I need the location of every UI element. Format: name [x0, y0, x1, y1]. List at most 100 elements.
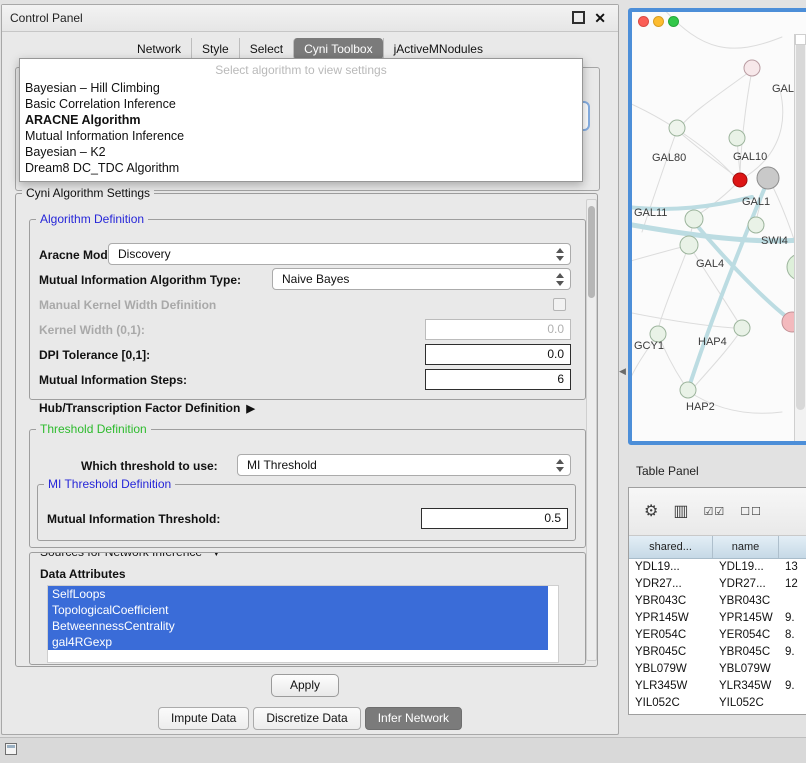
network-node-label: GCY1	[634, 340, 664, 352]
mi-type-value: Naive Bayes	[282, 272, 349, 286]
network-edge[interactable]	[659, 245, 689, 326]
bottom-tab[interactable]: Discretize Data	[253, 707, 360, 730]
column-header-name[interactable]: name	[713, 536, 779, 558]
algorithm-dropdown-item[interactable]: Basic Correlation Inference	[20, 96, 582, 112]
cell-extra: 9.	[779, 678, 806, 695]
cell-extra: 8.	[779, 627, 806, 644]
table-row[interactable]: YDL19... YDL19... 13	[629, 559, 806, 576]
table-header-row: shared... name	[629, 536, 806, 559]
network-node[interactable]	[680, 236, 698, 254]
network-edge[interactable]	[696, 180, 740, 216]
network-node[interactable]	[685, 210, 703, 228]
panel-dock-icon[interactable]	[5, 743, 17, 755]
network-node[interactable]	[733, 173, 747, 187]
control-panel-tab[interactable]: Cyni Toolbox	[293, 38, 382, 60]
network-scrollbar-thumb[interactable]	[796, 40, 805, 410]
network-node[interactable]	[734, 320, 750, 336]
network-edge[interactable]	[690, 180, 768, 384]
aracne-mode-select[interactable]: Discovery	[108, 243, 571, 265]
table-row[interactable]: YER054C YER054C 8.	[629, 627, 806, 644]
mi-threshold-input[interactable]: 0.5	[421, 508, 568, 529]
network-view-window: GAL8GAL80GAL10GAL11GAL1SWI4GAL4GCY1HAP4H…	[628, 8, 806, 445]
network-node-label: GAL10	[733, 151, 767, 163]
columns-icon[interactable]: ▥	[673, 504, 688, 520]
collapse-down-icon[interactable]: ▼	[211, 552, 221, 559]
data-attribute-item[interactable]: TopologicalCoefficient	[48, 602, 548, 618]
bottom-tab[interactable]: Impute Data	[158, 707, 249, 730]
table-row[interactable]: YBR045C YBR045C 9.	[629, 644, 806, 661]
select-all-checkboxes-icon[interactable]: ☑☑	[703, 504, 725, 520]
minimize-traffic-light-icon[interactable]	[653, 16, 664, 27]
network-node[interactable]	[669, 120, 685, 136]
close-window-icon[interactable]: ✕	[594, 12, 606, 24]
algorithm-dropdown-item[interactable]: Bayesian – K2	[20, 144, 582, 160]
network-node[interactable]	[744, 60, 760, 76]
zoom-traffic-light-icon[interactable]	[668, 16, 679, 27]
bottom-tab[interactable]: Infer Network	[365, 707, 462, 730]
algorithm-dropdown-item[interactable]: ARACNE Algorithm	[20, 112, 582, 128]
apply-button[interactable]: Apply	[271, 674, 339, 697]
manual-kernel-label: Manual Kernel Width Definition	[39, 298, 216, 312]
which-threshold-value: MI Threshold	[247, 458, 317, 472]
data-attributes-label: Data Attributes	[40, 567, 126, 581]
network-edge[interactable]	[662, 12, 782, 48]
which-threshold-select[interactable]: MI Threshold	[237, 454, 571, 476]
gear-icon[interactable]: ⚙	[644, 504, 658, 520]
cell-name: YLR345W	[713, 678, 779, 695]
table-row[interactable]: YIL052C YIL052C	[629, 695, 806, 712]
deselect-all-checkboxes-icon[interactable]: ☐☐	[740, 504, 762, 520]
control-panel-tab[interactable]: jActiveMNodules	[383, 38, 493, 60]
mi-type-select[interactable]: Naive Bayes	[272, 268, 571, 290]
network-node[interactable]	[757, 167, 779, 189]
which-threshold-label: Which threshold to use:	[81, 459, 218, 473]
algorithm-dropdown-item[interactable]: Dream8 DC_TDC Algorithm	[20, 160, 582, 176]
settings-scrollbar-thumb[interactable]	[588, 206, 595, 298]
column-header-shared-name[interactable]: shared...	[629, 536, 713, 558]
network-node[interactable]	[680, 382, 696, 398]
cell-extra	[779, 661, 806, 678]
network-edge[interactable]	[689, 245, 738, 322]
control-panel-tab[interactable]: Network	[127, 38, 191, 60]
table-row[interactable]: YBR043C YBR043C	[629, 593, 806, 610]
algorithm-dropdown-item[interactable]: Mutual Information Inference	[20, 128, 582, 144]
cell-name: YER054C	[713, 627, 779, 644]
control-panel-tab[interactable]: Select	[239, 38, 293, 60]
algorithm-dropdown-item[interactable]: Bayesian – Hill Climbing	[20, 80, 582, 96]
table-body: YDL19... YDL19... 13 YDR27... YDR27... 1…	[629, 559, 806, 712]
network-vertical-scrollbar[interactable]	[794, 34, 806, 441]
data-attribute-item[interactable]: gal4RGexp	[48, 634, 548, 650]
settings-scrollbar[interactable]	[586, 199, 597, 661]
cell-name: YPR145W	[713, 610, 779, 627]
network-canvas[interactable]: GAL8GAL80GAL10GAL11GAL1SWI4GAL4GCY1HAP4H…	[632, 12, 795, 441]
network-node[interactable]	[729, 130, 745, 146]
control-panel-tab[interactable]: Style	[191, 38, 239, 60]
cell-name: YIL052C	[713, 695, 779, 712]
hub-factor-section[interactable]: Hub/Transcription Factor Definition▶	[39, 401, 255, 415]
data-attribute-item[interactable]: BetweennessCentrality	[48, 618, 548, 634]
column-header-extra[interactable]	[779, 536, 806, 558]
table-row[interactable]: YLR345W YLR345W 9.	[629, 678, 806, 695]
network-edge[interactable]	[680, 70, 752, 127]
table-row[interactable]: YBL079W YBL079W	[629, 661, 806, 678]
network-scrollbar-button[interactable]	[795, 34, 806, 45]
threshold-definition-title: Threshold Definition	[36, 422, 151, 436]
table-row[interactable]: YDR27... YDR27... 12	[629, 576, 806, 593]
data-attribute-item[interactable]: SelfLoops	[48, 586, 548, 602]
network-edge[interactable]	[632, 312, 734, 328]
network-node[interactable]	[748, 217, 764, 233]
network-edge[interactable]	[632, 247, 682, 262]
mi-steps-input[interactable]: 6	[425, 369, 571, 390]
dpi-tolerance-label: DPI Tolerance [0,1]:	[39, 348, 150, 362]
kernel-width-input: 0.0	[425, 319, 571, 340]
algorithm-dropdown-popup: Select algorithm to view settings Bayesi…	[19, 58, 583, 182]
panel-resize-arrow-icon[interactable]: ◀	[619, 366, 626, 377]
network-edge[interactable]	[632, 102, 733, 175]
expand-right-icon[interactable]: ▶	[246, 403, 254, 415]
dpi-tolerance-input[interactable]: 0.0	[425, 344, 571, 365]
table-toolbar: ⚙ ▥ ☑☑ ☐☐	[629, 488, 806, 536]
table-row[interactable]: YPR145W YPR145W 9.	[629, 610, 806, 627]
close-traffic-light-icon[interactable]	[638, 16, 649, 27]
sources-title: Sources for Network Inference ▼	[36, 552, 225, 559]
float-window-icon[interactable]	[572, 11, 585, 24]
network-node-label: GAL1	[742, 196, 770, 208]
